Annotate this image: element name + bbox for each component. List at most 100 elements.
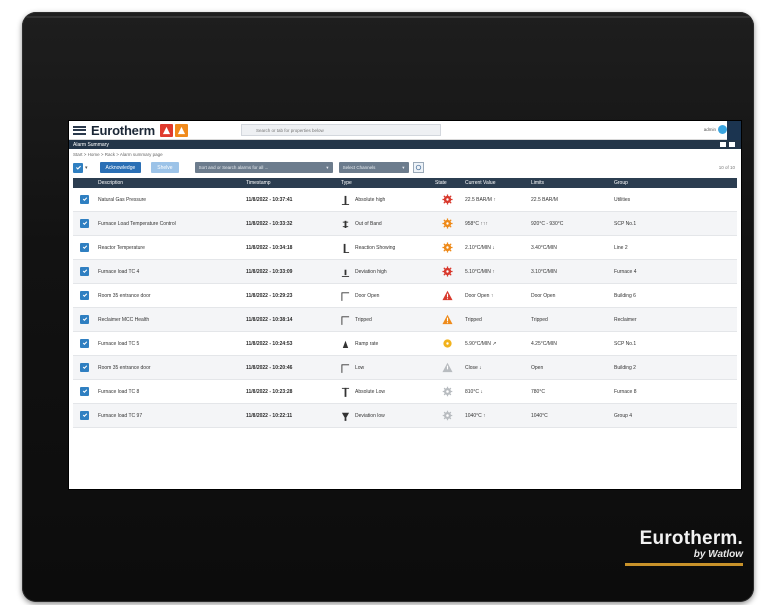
row-checkbox[interactable] [80,410,89,420]
table-row[interactable]: Natural Gas Pressure 11/8/2022 - 10:37:4… [73,188,737,212]
col-type[interactable]: Type [338,180,432,186]
row-timestamp: 11/8/2022 - 10:34:18 [246,244,293,251]
device-brand-name: Eurotherm. [639,528,743,549]
col-limits[interactable]: Limits [528,180,611,186]
col-group[interactable]: Group [611,180,737,186]
row-checkbox[interactable] [80,242,89,252]
alarm-state-icon [441,242,453,253]
alarm-type-icon [341,387,350,397]
row-state-cell [432,290,462,301]
row-description: Room 35 entrance door [98,292,151,299]
row-type: Absolute Low [355,388,386,395]
device-screen: Eurotherm Search or tab for properties b… [69,121,741,489]
device-brand-mark: Eurotherm. by Watlow [625,528,743,566]
row-timestamp: 11/8/2022 - 10:29:23 [246,292,293,299]
row-current-value: 22.5 BAR/M ↑ [465,196,496,203]
alarm-state-icon [441,194,453,205]
bell-icon[interactable] [729,142,735,147]
filter-dropdown[interactable]: Sort and or Search alarms for all ... ▾ [194,162,333,173]
page-title-bar: Alarm Summary [69,140,741,149]
orange-alarm-badge-icon[interactable] [174,123,188,137]
table-row[interactable]: Room 35 entrance door 11/8/2022 - 10:29:… [73,284,737,308]
row-group: Group 4 [614,412,633,419]
alarm-type-icon [341,315,350,325]
row-checkbox[interactable] [80,338,89,348]
row-group: Furnace 8 [614,388,637,395]
row-description: Furnace load TC 5 [98,340,140,347]
row-current-value: 1040°C ↑ [465,412,486,419]
alarm-type-icon [341,195,350,205]
row-type-cell: Deviation low [338,411,432,421]
col-state[interactable]: State [432,180,462,186]
side-panel-toggle[interactable] [727,121,741,140]
row-timestamp: 11/8/2022 - 10:23:28 [246,388,293,395]
row-checkbox[interactable] [80,386,89,396]
row-state-cell [432,362,462,373]
row-description: Reclaimer MCC Health [98,316,150,323]
row-state-cell [432,194,462,205]
row-current-value: 810°C ↓ [465,388,483,395]
select-all-checkbox[interactable] [73,162,83,173]
user-avatar-icon [718,125,727,134]
alarm-type-icon [341,291,350,301]
row-description: Reactor Temperature [98,244,145,251]
row-type-cell: Tripped [338,315,432,325]
filter-icon[interactable] [720,142,726,147]
row-limits: 920°C - 930°C [531,220,564,227]
table-row[interactable]: Room 35 entrance door 11/8/2022 - 10:20:… [73,356,737,380]
refresh-button[interactable] [412,162,424,173]
row-timestamp: 11/8/2022 - 10:33:32 [246,220,293,227]
row-limits: Tripped [531,316,548,323]
row-checkbox[interactable] [80,194,89,204]
user-menu[interactable]: admin [704,125,727,134]
acknowledge-button[interactable]: Acknowledge [99,162,142,173]
table-row[interactable]: Furnace load TC 5 11/8/2022 - 10:24:53 R… [73,332,737,356]
breadcrumb[interactable]: Start > Home > Rack > Alarm summary page [69,149,741,159]
row-checkbox[interactable] [80,218,89,228]
row-type: Out of Band [355,220,382,227]
row-type: Absolute high [355,196,386,203]
row-current-value: Door Open ↑ [465,292,494,299]
table-row[interactable]: Furnace Load Temperature Control 11/8/20… [73,212,737,236]
row-type-cell: Absolute high [338,195,432,205]
row-state-cell [432,218,462,229]
row-type: Ramp rate [355,340,379,347]
shelve-button[interactable]: Shelve [151,162,179,173]
page-title: Alarm Summary [73,141,109,148]
table-row[interactable]: Furnace load TC 4 11/8/2022 - 10:33:09 D… [73,260,737,284]
row-type: Low [355,364,365,371]
alarm-type-icon [341,267,350,277]
row-group: Building 6 [614,292,636,299]
table-row[interactable]: Reactor Temperature 11/8/2022 - 10:34:18… [73,236,737,260]
col-current-value[interactable]: Current Value [462,180,528,186]
row-state-cell [432,314,462,325]
alarm-state-icon [441,266,453,277]
row-group: Reclaimer [614,316,637,323]
col-timestamp[interactable]: Timestamp [243,180,338,186]
row-checkbox[interactable] [80,362,89,372]
table-row[interactable]: Furnace load TC 97 11/8/2022 - 10:22:11 … [73,404,737,428]
channel-dropdown[interactable]: Select Channels ▾ [338,162,409,173]
row-state-cell [432,242,462,253]
row-state-cell [432,338,462,349]
row-timestamp: 11/8/2022 - 10:24:53 [246,340,293,347]
refresh-icon [415,164,421,171]
alarm-table: Description Timestamp Type State Current… [73,178,737,428]
search-input[interactable]: Search or tab for properties below [241,124,441,136]
row-checkbox[interactable] [80,266,89,276]
row-type-cell: Low [338,363,432,373]
col-description[interactable]: Description [95,180,243,186]
alarm-type-icon [341,243,350,253]
table-row[interactable]: Furnace load TC 8 11/8/2022 - 10:23:28 A… [73,380,737,404]
row-group: Utilities [614,196,631,203]
row-checkbox[interactable] [80,290,89,300]
row-checkbox[interactable] [80,314,89,324]
hamburger-menu-icon[interactable] [73,125,86,135]
red-alarm-badge-icon[interactable] [159,123,173,137]
row-timestamp: 11/8/2022 - 10:38:14 [246,316,293,323]
select-caret-icon[interactable]: ▾ [85,165,88,171]
row-timestamp: 11/8/2022 - 10:37:41 [246,196,293,203]
table-row[interactable]: Reclaimer MCC Health 11/8/2022 - 10:38:1… [73,308,737,332]
row-type: Deviation high [355,268,387,275]
alarm-state-icon [441,314,453,325]
